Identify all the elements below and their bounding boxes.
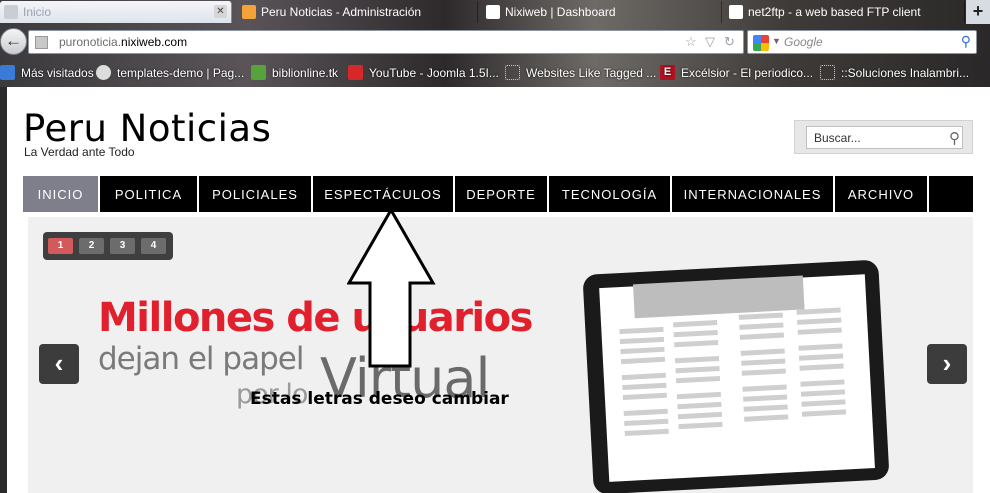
joomla-icon — [96, 65, 111, 80]
menu-item-archivo[interactable]: ARCHIVO — [835, 176, 929, 212]
slider-next-button[interactable]: › — [927, 344, 967, 384]
bookmarks-bar: Más visitados templates-demo | Pag... bi… — [0, 61, 990, 85]
page-icon — [4, 5, 18, 19]
bookmark-templates-demo[interactable]: templates-demo | Pag... — [96, 65, 244, 80]
slide-headline-1: Millones de usuarios — [98, 295, 533, 341]
site-tagline: La Verdad ante Todo — [24, 145, 135, 159]
slider-pager: 1 2 3 4 — [43, 232, 173, 260]
dropdown-icon[interactable]: ▽ — [705, 34, 715, 50]
slider-page-3[interactable]: 3 — [110, 238, 135, 254]
site-title[interactable]: Peru Noticias — [23, 107, 271, 150]
chevron-down-icon[interactable]: ▼ — [772, 36, 781, 46]
tab-label: Nixiweb | Dashboard — [505, 5, 616, 19]
tab-label: Peru Noticias - Administración — [261, 5, 422, 19]
bookmark-label: templates-demo | Pag... — [117, 65, 245, 80]
site-icon — [251, 65, 266, 80]
joomla-icon — [242, 5, 256, 19]
tab-bar: Inicio ✕ Peru Noticias - Administración … — [0, 0, 990, 24]
net2ftp-icon — [729, 5, 743, 19]
site-search-input[interactable] — [806, 126, 963, 149]
slider-page-4[interactable]: 4 — [141, 238, 166, 254]
site-identity-icon[interactable] — [35, 36, 48, 49]
menu-item-policiales[interactable]: POLICIALES — [199, 176, 313, 212]
bookmark-label: ::Soluciones Inalambri... — [841, 65, 970, 80]
browser-search-bar[interactable]: ▼ Google ⚲ — [747, 30, 977, 54]
youtube-icon — [348, 65, 363, 80]
close-icon[interactable]: ✕ — [214, 5, 227, 18]
search-icon[interactable]: ⚲ — [961, 33, 971, 50]
back-button[interactable]: ← — [0, 28, 27, 55]
new-tab-button[interactable]: + — [966, 0, 990, 24]
bookmarks-icon — [0, 65, 15, 80]
menu-item-deporte[interactable]: DEPORTE — [455, 176, 549, 212]
bookmark-biblionline[interactable]: biblionline.tk — [251, 65, 338, 80]
reload-icon[interactable]: ↻ — [724, 34, 735, 50]
search-icon[interactable]: ⚲ — [949, 129, 960, 147]
excelsior-icon: E — [660, 65, 675, 80]
menu-item-internacionales[interactable]: INTERNACIONALES — [672, 176, 835, 212]
star-icon[interactable]: ☆ — [685, 34, 697, 50]
bookmark-label: Más visitados — [21, 65, 94, 80]
slider-page-2[interactable]: 2 — [79, 238, 104, 254]
site-search-box: ⚲ — [794, 120, 973, 154]
menu-item-espectaculos[interactable]: ESPECTÁCULOS — [313, 176, 455, 212]
menu-item-politica[interactable]: POLITICA — [100, 176, 199, 212]
search-engine-placeholder: Google — [784, 35, 823, 49]
google-icon[interactable] — [753, 35, 769, 51]
bookmark-soluciones[interactable]: ::Soluciones Inalambri... — [820, 65, 969, 80]
main-menu: INICIO POLITICA POLICIALES ESPECTÁCULOS … — [23, 176, 973, 212]
menu-item-inicio[interactable]: INICIO — [23, 176, 100, 212]
up-arrow-annotation — [347, 208, 436, 368]
page-icon — [486, 5, 500, 19]
tab-net2ftp[interactable]: net2ftp - a web based FTP client — [725, 1, 965, 23]
menu-item-tecnologia[interactable]: TECNOLOGÍA — [549, 176, 672, 212]
slider-page-1[interactable]: 1 — [48, 238, 73, 254]
tab-inicio[interactable]: Inicio ✕ — [0, 1, 232, 23]
slider-prev-button[interactable]: ‹ — [39, 344, 79, 384]
tab-label: Inicio — [23, 5, 52, 19]
bookmark-label: biblionline.tk — [272, 65, 339, 80]
tab-administracion[interactable]: Peru Noticias - Administración — [238, 1, 478, 23]
bookmark-youtube[interactable]: YouTube - Joomla 1.5I... — [348, 65, 499, 80]
browser-chrome: Inicio ✕ Peru Noticias - Administración … — [0, 0, 990, 87]
page-icon — [505, 65, 520, 80]
bookmark-mas-visitados[interactable]: Más visitados — [0, 65, 94, 80]
bookmark-excelsior[interactable]: E Excélsior - El periodico... — [660, 65, 813, 80]
bookmark-label: Websites Like Tagged ... — [526, 65, 657, 80]
bookmark-label: Excélsior - El periodico... — [681, 65, 814, 80]
page-icon — [820, 65, 835, 80]
tab-nixiweb[interactable]: Nixiweb | Dashboard — [482, 1, 722, 23]
slide-headline-2: dejan el papel — [98, 341, 304, 377]
url-bar[interactable]: puronoticia.nixiweb.com ☆ ▽ ↻ — [28, 30, 744, 54]
web-page: Peru Noticias La Verdad ante Todo ⚲ INIC… — [7, 87, 990, 493]
bookmark-label: YouTube - Joomla 1.5I... — [369, 65, 499, 80]
tablet-illustration — [583, 260, 889, 493]
bookmark-websites-like[interactable]: Websites Like Tagged ... — [505, 65, 656, 80]
tab-label: net2ftp - a web based FTP client — [748, 5, 921, 19]
annotation-text: Estas letras deseo cambiar — [250, 389, 509, 409]
navigation-bar: ← puronoticia.nixiweb.com ☆ ▽ ↻ ▼ Google… — [0, 26, 990, 58]
url-text[interactable]: puronoticia.nixiweb.com — [59, 35, 187, 49]
image-slider: 1 2 3 4 Millones de usuarios dejan el pa… — [28, 217, 973, 493]
